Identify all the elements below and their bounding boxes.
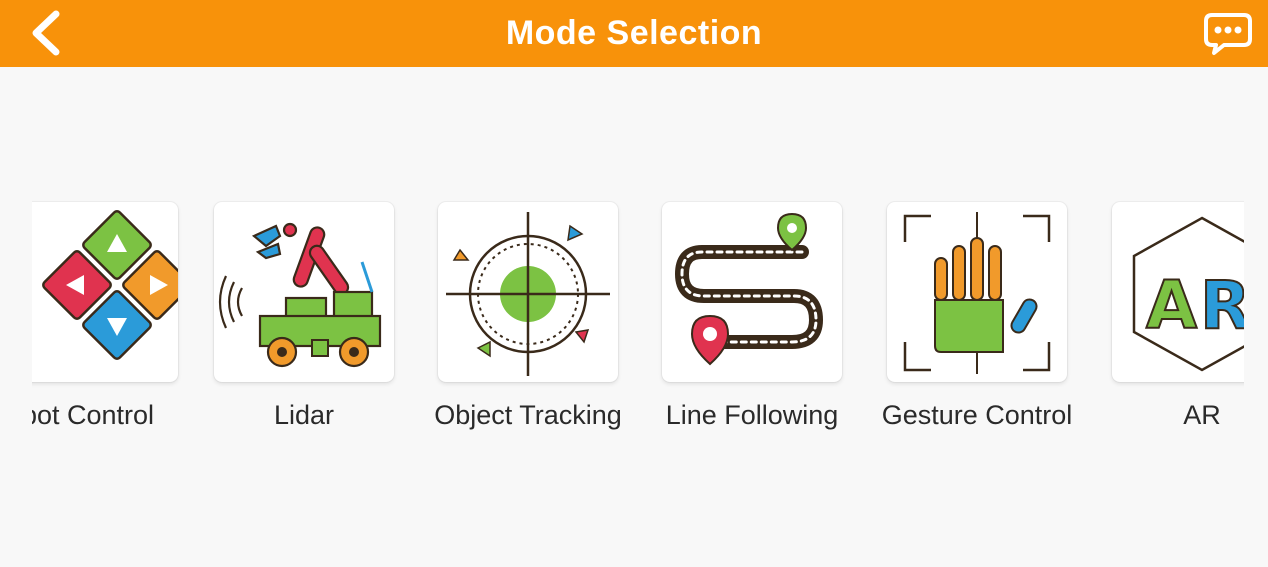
hand-icon (903, 212, 1051, 374)
chat-bubble-icon (1204, 13, 1252, 55)
mode-card-ar[interactable]: A R AR (1112, 196, 1244, 456)
back-button[interactable] (26, 8, 72, 58)
mode-label: AR (1183, 400, 1221, 430)
mode-tile (438, 202, 618, 382)
mode-card-lidar[interactable]: Lidar (214, 196, 394, 456)
header-bar: Mode Selection (0, 0, 1268, 67)
mode-tile (662, 202, 842, 382)
ar-icon: A R (1132, 216, 1244, 372)
svg-text:R: R (1200, 267, 1244, 344)
mode-card-line-following[interactable]: Line Following (662, 196, 842, 456)
mode-card-robot-control[interactable]: bot Control (32, 196, 178, 456)
mode-tile (887, 202, 1067, 382)
mode-card-gesture-control[interactable]: Gesture Control (882, 196, 1072, 456)
svg-text:A: A (1146, 267, 1197, 344)
mode-tile: A R (1112, 202, 1244, 382)
path-icon (675, 212, 823, 366)
chevron-left-icon (32, 10, 60, 56)
dpad-icon (42, 210, 178, 360)
mode-card-object-tracking[interactable]: Object Tracking (434, 196, 622, 456)
mode-label: Gesture Control (881, 400, 1073, 430)
mode-carousel[interactable]: bot Control Lidar Object Tracking Line F… (32, 196, 1244, 456)
mode-label: Line Following (665, 400, 839, 430)
mode-label: Object Tracking (434, 400, 622, 430)
mode-tile (214, 202, 394, 382)
robot-arm-icon (218, 222, 382, 368)
mode-label: Lidar (273, 400, 335, 430)
mode-tile (32, 202, 178, 382)
target-icon (446, 212, 610, 376)
chat-button[interactable] (1202, 9, 1254, 59)
page-title: Mode Selection (505, 14, 763, 52)
